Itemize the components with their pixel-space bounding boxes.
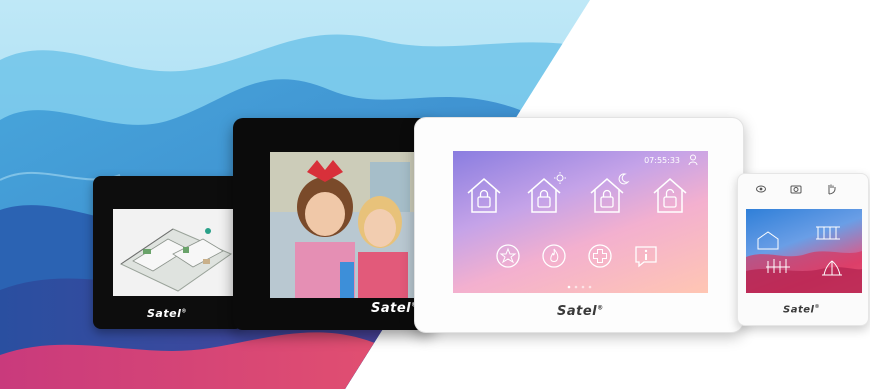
camera-icon[interactable]: [790, 184, 802, 194]
registered-mark: ®: [814, 304, 820, 310]
house-open-lock-icon[interactable]: [651, 175, 689, 215]
house-moon-lock-icon[interactable]: [588, 171, 630, 215]
brand-logo: Satel: [783, 304, 815, 316]
house-sun-lock-icon[interactable]: [525, 171, 567, 215]
keypad-white-large: 07:55:33 Satel®: [414, 117, 744, 333]
registered-mark: ®: [181, 308, 187, 315]
gate-icon: [816, 226, 840, 240]
brand-logo: Satel: [557, 304, 598, 319]
alarm-screen: 07:55:33: [453, 151, 708, 293]
page-dots: [567, 285, 592, 289]
hand-icon[interactable]: [826, 183, 836, 195]
keypad-black-large: Satel®: [233, 118, 435, 330]
eye-icon[interactable]: [756, 184, 766, 194]
user-icon[interactable]: [688, 154, 698, 166]
medical-icon[interactable]: [587, 243, 613, 269]
info-icon[interactable]: [633, 243, 659, 269]
clock-time: 07:55:33: [644, 156, 680, 165]
house-lock-icon[interactable]: [465, 175, 503, 215]
floorplan-screen: [113, 209, 235, 296]
children-photo: [270, 152, 430, 298]
fire-icon[interactable]: [541, 243, 567, 269]
brand-logo: Satel: [371, 301, 412, 316]
floorplan-image: [119, 228, 233, 292]
scene-screen: [746, 209, 862, 293]
photo-screen: [270, 152, 430, 298]
keypad-black-small: Satel®: [93, 176, 243, 329]
garage-icon: [757, 231, 779, 250]
brand-logo: Satel: [147, 307, 182, 320]
product-banner: Satel® Satel®: [0, 0, 870, 389]
panic-icon[interactable]: [495, 243, 521, 269]
registered-mark: ®: [597, 304, 604, 312]
scene-icons: [746, 226, 862, 293]
keypad-white-small: Satel®: [737, 173, 869, 326]
